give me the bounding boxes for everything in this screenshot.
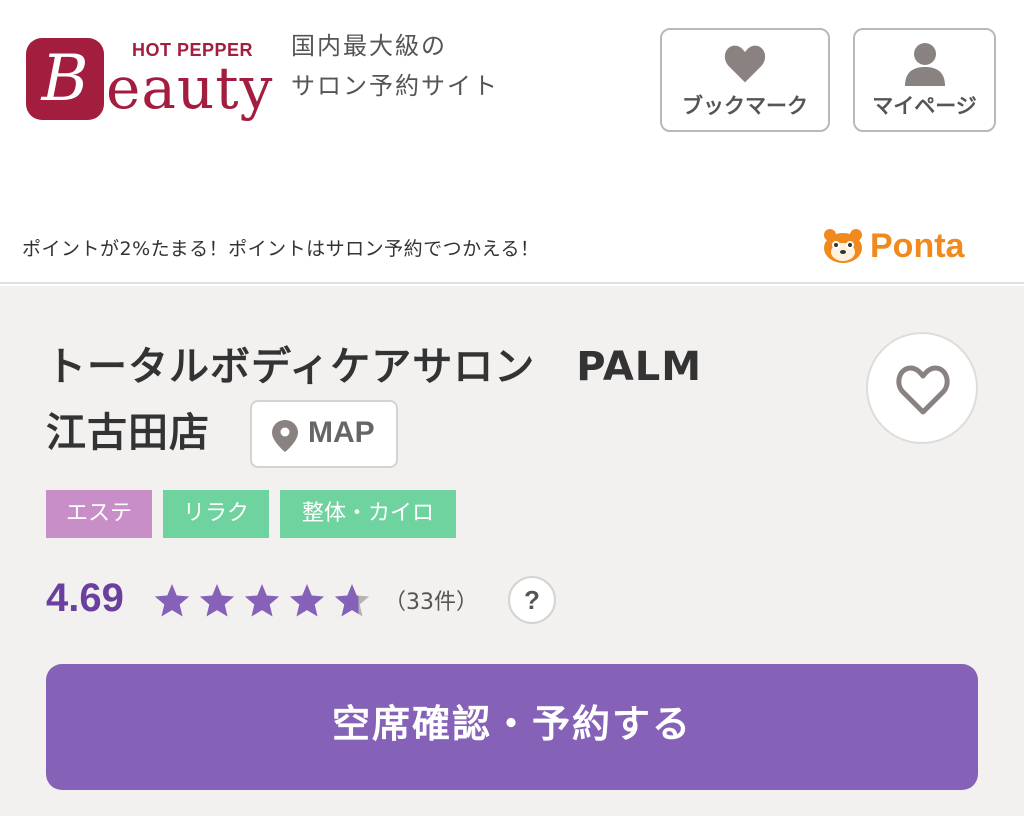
ponta-wordmark: Ponta [870, 227, 965, 265]
salon-name: トータルボディケアサロン PALM 江古田店 [46, 334, 806, 466]
review-count[interactable]: （33件） [384, 584, 478, 616]
star-icon [199, 584, 235, 617]
promo-text: ポイントが2%たまる！ポイントはサロン予約でつかえる！ [22, 238, 540, 260]
tag-seitai: 整体・カイロ [280, 490, 457, 538]
favorite-button[interactable] [866, 332, 978, 444]
star-icon [244, 584, 280, 617]
salon-name-line1: トータルボディケアサロン PALM [46, 344, 703, 390]
salon-name-line2: 江古田店 [46, 410, 210, 456]
site-logo[interactable]: B HOT PEPPER eauty [26, 34, 281, 124]
category-tags: エステ リラク 整体・カイロ [46, 490, 457, 540]
map-pin-icon [272, 420, 298, 452]
tagline-line1: 国内最大級の [291, 32, 447, 60]
salon-summary: トータルボディケアサロン PALM 江古田店 MAP エステ リラク 整体・カイ… [0, 286, 1024, 816]
person-icon [904, 43, 945, 86]
tag-este: エステ [46, 490, 153, 538]
map-label: MAP [308, 416, 375, 449]
rating-help-button[interactable]: ? [508, 576, 556, 624]
bookmark-button[interactable]: ブックマーク [660, 28, 830, 132]
header: B HOT PEPPER eauty 国内最大級の サロン予約サイト ブックマー… [0, 0, 1024, 284]
mypage-button[interactable]: マイページ [853, 28, 996, 132]
reserve-button[interactable]: 空席確認・予約する [46, 664, 978, 790]
heart-icon [724, 45, 766, 83]
star-icon [154, 584, 190, 617]
ponta-face-icon [824, 229, 862, 263]
question-icon: ? [524, 585, 540, 615]
ponta-logo: Ponta [822, 226, 1002, 266]
mypage-label: マイページ [872, 94, 977, 118]
tagline: 国内最大級の サロン予約サイト [291, 26, 499, 106]
map-button[interactable]: MAP [250, 400, 398, 468]
logo-b-mark: B [26, 38, 104, 120]
rating-score: 4.69 [46, 576, 124, 620]
heart-outline-icon [896, 365, 950, 415]
ponta-promo-bar[interactable]: ポイントが2%たまる！ポイントはサロン予約でつかえる！ Ponta [0, 222, 1024, 272]
star-icon [289, 584, 325, 617]
tagline-line2: サロン予約サイト [291, 72, 499, 100]
tag-relax: リラク [163, 490, 270, 538]
bookmark-label: ブックマーク [682, 94, 808, 118]
star-icon [334, 584, 370, 617]
rating-stars [154, 584, 370, 617]
logo-word: eauty [106, 54, 274, 122]
